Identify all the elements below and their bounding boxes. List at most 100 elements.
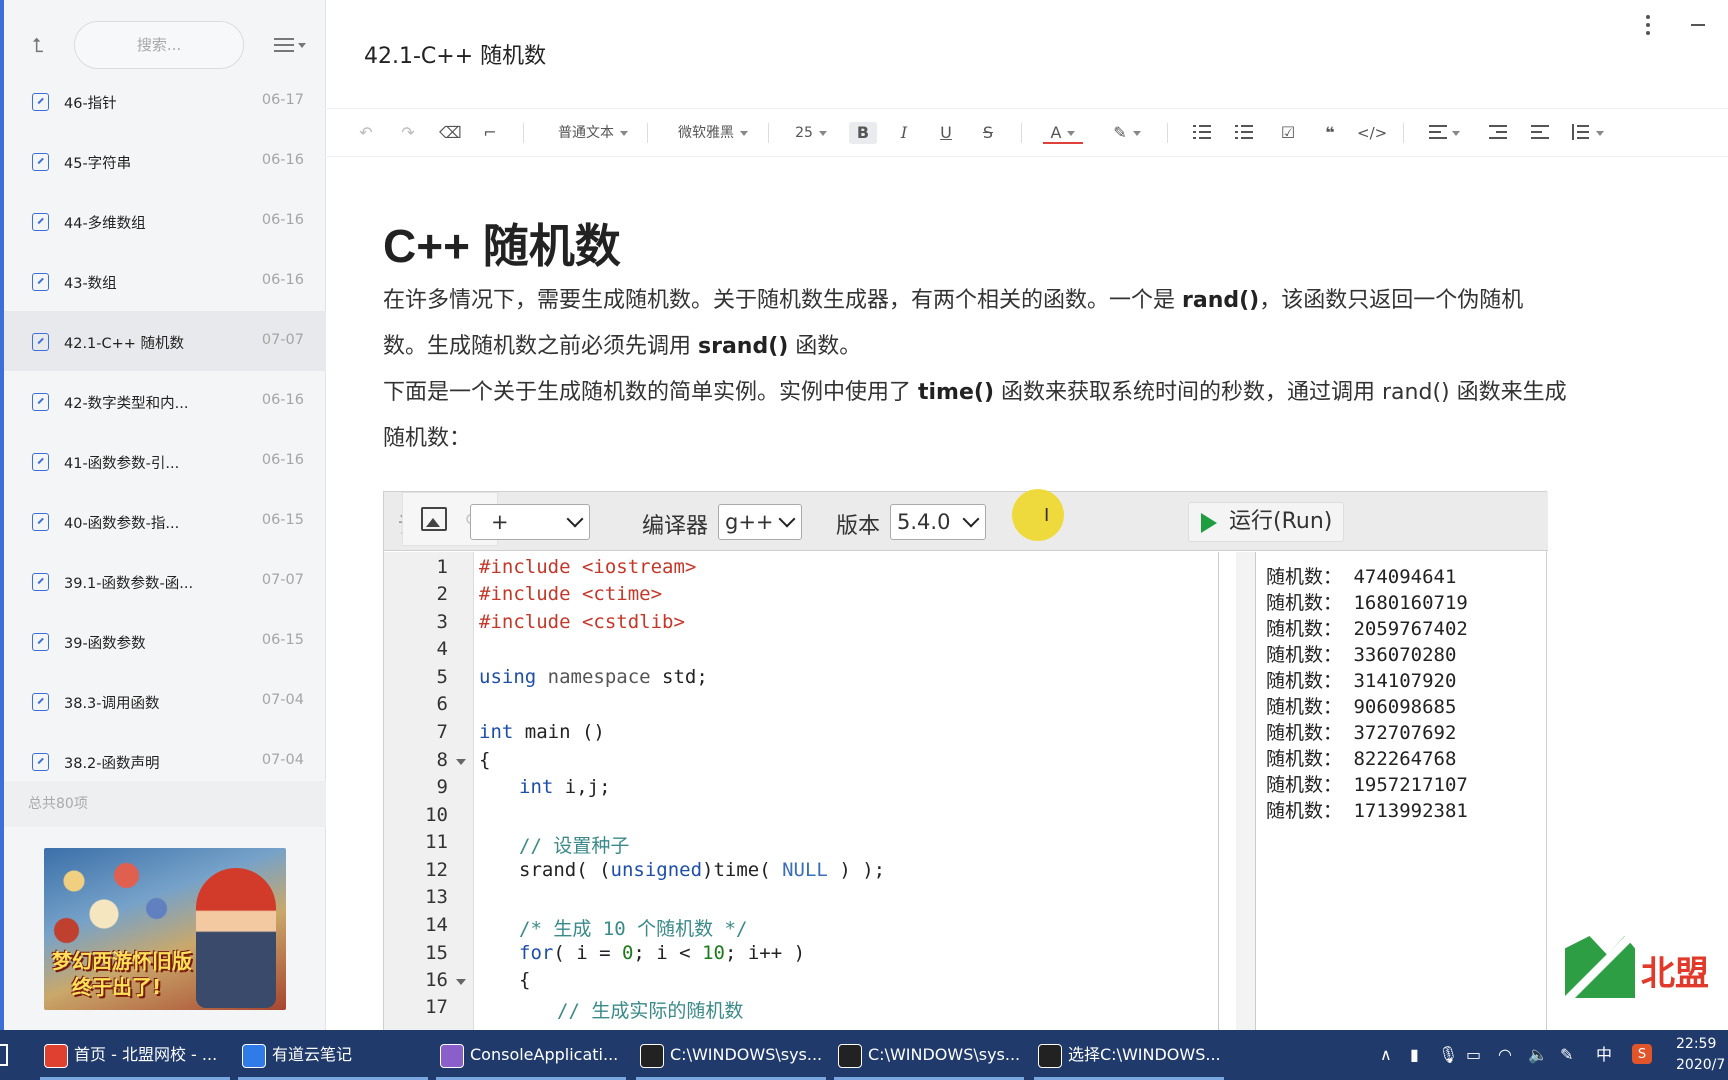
image-icon[interactable] — [421, 507, 447, 531]
underline-button[interactable]: U — [935, 122, 957, 144]
align-left-icon[interactable] — [1429, 123, 1447, 141]
taskbar-app-button[interactable]: 首页 - 北盟网校 - ... — [40, 1030, 230, 1080]
redo-icon[interactable]: ↷ — [397, 122, 419, 144]
language-select[interactable]: + — [470, 504, 590, 540]
run-button[interactable]: 运行(Run) — [1188, 502, 1344, 542]
strikethrough-button[interactable]: S — [977, 122, 999, 144]
note-list-item[interactable]: 42-数字类型和内... 06-16 — [4, 371, 326, 431]
note-date: 06-16 — [261, 212, 304, 228]
paragraph-style-select[interactable]: 普通文本 — [553, 122, 633, 144]
program-output: 随机数： 474094641 随机数： 1680160719 随机数： 205976… — [1264, 552, 1548, 1032]
note-title: 39.1-函数参数-函... — [64, 576, 194, 592]
ime-indicator[interactable]: 中 — [1596, 1044, 1612, 1066]
align-dropdown-chevron-icon[interactable] — [1451, 122, 1461, 144]
search-input[interactable]: 搜索... — [74, 21, 244, 69]
highlight-color-icon[interactable]: ✎ — [1107, 122, 1147, 144]
note-list-item[interactable]: 40-函数参数-指... 06-15 — [4, 491, 326, 551]
taskbar-app-button[interactable]: C:\WINDOWS\sys... — [834, 1030, 1024, 1080]
wifi-icon[interactable]: ◠ — [1498, 1044, 1512, 1066]
indent-increase-icon[interactable] — [1489, 123, 1507, 141]
note-list-item[interactable]: 45-字符串 06-16 — [4, 131, 326, 191]
undo-icon[interactable]: ↶ — [355, 122, 377, 144]
taskbar-app-button[interactable]: 有道云笔记 — [238, 1030, 428, 1080]
note-icon — [32, 273, 49, 291]
note-list-item[interactable]: 38.2-函数声明 07-04 — [4, 731, 326, 781]
note-list-item[interactable]: 39.1-函数参数-函... 07-07 — [4, 551, 326, 611]
game-ad-banner[interactable]: 梦幻西游怀旧版 终于出了! — [44, 848, 286, 1010]
note-title: 41-函数参数-引... — [64, 456, 180, 472]
logo-mark — [1565, 936, 1635, 998]
note-title: 44-多维数组 — [64, 216, 146, 232]
line-height-icon[interactable] — [1571, 123, 1589, 141]
note-icon — [32, 333, 49, 351]
toolbar-divider — [1167, 123, 1168, 143]
logo-text: 北盟 — [1641, 954, 1709, 994]
eraser-icon[interactable]: ⌫ — [439, 122, 462, 144]
battery-icon[interactable]: ▭ — [1466, 1044, 1481, 1066]
note-list-item[interactable]: 39-函数参数 06-15 — [4, 611, 326, 671]
start-edge-icon[interactable] — [0, 1044, 8, 1066]
line-number: 14 — [425, 914, 448, 936]
note-list-item[interactable]: 42.1-C++ 随机数 07-07 — [4, 311, 326, 371]
font-family-select[interactable]: 微软雅黑 — [675, 122, 751, 144]
compiler-select[interactable]: g++ — [718, 504, 802, 540]
bullet-list-icon[interactable] — [1193, 123, 1211, 141]
code-line-7: int main () — [479, 721, 605, 743]
toolbar-divider — [1021, 123, 1022, 143]
more-options-icon[interactable] — [1645, 15, 1651, 35]
numbered-list-icon[interactable] — [1235, 123, 1253, 141]
version-select[interactable]: 5.4.0 — [890, 504, 986, 540]
code-runner-image[interactable]: 语 ⊙ + 编译器 g++ 版本 5.4.0 运行(Run) 123456789… — [383, 491, 1548, 1032]
app-icon — [1038, 1043, 1062, 1068]
note-title: 38.3-调用函数 — [64, 696, 160, 712]
output-line: 随机数： 474094641 — [1266, 566, 1457, 588]
indent-decrease-icon[interactable] — [1531, 123, 1549, 141]
sort-menu-icon[interactable] — [274, 36, 308, 54]
line-number: 13 — [425, 886, 448, 908]
taskbar-app-label: C:\WINDOWS\sys... — [670, 1045, 823, 1064]
tray-app-icon[interactable]: ▮ — [1410, 1044, 1419, 1066]
volume-icon[interactable]: 🔈 — [1528, 1044, 1548, 1066]
note-list-item[interactable]: 46-指针 06-17 — [4, 71, 326, 131]
note-list-item[interactable]: 41-函数参数-引... 06-16 — [4, 431, 326, 491]
paragraph-3: 下面是一个关于生成随机数的简单实例。实例中使用了 time() 函数来获取系统时… — [383, 370, 1567, 416]
system-clock[interactable]: 22:59 2020/7 — [1676, 1034, 1728, 1076]
taskbar-app-button[interactable]: 选择C:\WINDOWS... — [1034, 1030, 1224, 1080]
font-color-button[interactable]: A — [1043, 122, 1083, 144]
checklist-icon[interactable]: ☑ — [1277, 122, 1299, 144]
format-painter-icon[interactable]: ⌐ — [479, 122, 501, 144]
toolbar-divider — [1403, 123, 1404, 143]
taskbar-app-button[interactable]: C:\WINDOWS\sys... — [636, 1030, 826, 1080]
note-icon — [32, 633, 49, 651]
note-list-item[interactable]: 44-多维数组 06-16 — [4, 191, 326, 251]
line-height-chevron-icon[interactable] — [1595, 122, 1605, 144]
fold-toggle-icon[interactable] — [456, 759, 466, 765]
fold-toggle-icon[interactable] — [456, 979, 466, 985]
code-block-button[interactable]: </> — [1357, 122, 1387, 144]
code-scrollbar[interactable] — [1236, 552, 1256, 1032]
tray-chevron-up-icon[interactable]: ∧ — [1380, 1044, 1392, 1066]
line-number: 9 — [436, 776, 448, 798]
italic-button[interactable]: I — [893, 122, 915, 144]
note-list-item[interactable]: 38.3-调用函数 07-04 — [4, 671, 326, 731]
note-title: 45-字符串 — [64, 156, 132, 172]
p1-text: 在许多情况下，需要生成随机数。关于随机数生成器，有两个相关的函数。一个是 — [383, 288, 1182, 313]
taskbar-app-button[interactable]: ConsoleApplicati... — [436, 1030, 626, 1080]
quote-button[interactable]: ❝ — [1319, 122, 1341, 144]
microphone-icon[interactable]: 🎙 — [1438, 1044, 1458, 1066]
document-title[interactable]: 42.1-C++ 随机数 — [364, 38, 546, 70]
p2-text: 数。生成随机数之前必须先调用 — [383, 334, 698, 359]
note-list-item[interactable]: 43-数组 06-16 — [4, 251, 326, 311]
code-editor[interactable]: #include <iostream> #include <ctime> #in… — [479, 552, 1219, 1032]
line-number: 6 — [436, 693, 448, 715]
bold-button[interactable]: B — [849, 122, 877, 144]
sogou-ime-icon[interactable]: S — [1632, 1044, 1652, 1064]
note-date: 07-07 — [261, 332, 304, 348]
pen-icon[interactable]: ✎ — [1560, 1044, 1573, 1066]
font-size-select[interactable]: 25 — [793, 122, 829, 144]
code-line-16: { — [519, 969, 531, 991]
minimize-icon[interactable] — [1691, 24, 1705, 26]
back-up-icon[interactable]: ⮤ — [32, 35, 54, 55]
app-icon — [242, 1043, 266, 1068]
code-line-14: /* 生成 10 个随机数 */ — [519, 918, 748, 940]
